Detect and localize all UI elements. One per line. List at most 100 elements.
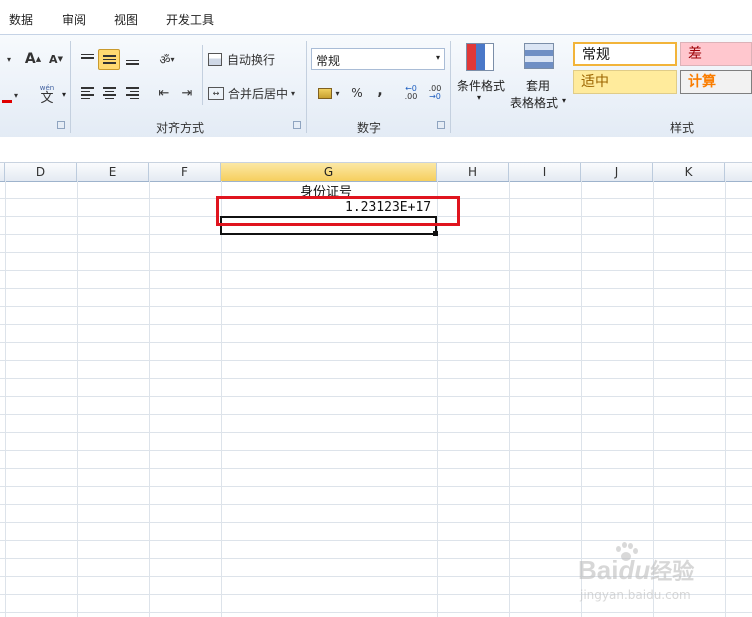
orientation-button[interactable]: ॐ ▾: [152, 49, 182, 69]
align-center-icon: [102, 87, 116, 99]
comma-style-button[interactable]: ,: [372, 81, 388, 101]
number-format-dropdown[interactable]: 常规 ▾: [311, 48, 445, 70]
formula-bar[interactable]: [0, 137, 752, 163]
row-gridline: [0, 504, 752, 505]
align-bottom-button[interactable]: [122, 49, 142, 69]
row-gridline: [0, 612, 752, 613]
menu-review[interactable]: 审阅: [62, 11, 86, 28]
column-header-d[interactable]: D: [5, 163, 77, 181]
highlight-box: [216, 196, 460, 226]
style-bad-cell[interactable]: 差: [680, 42, 752, 66]
chevron-down-icon: ▾: [62, 90, 67, 99]
comma-icon: ,: [377, 83, 383, 99]
column-header-g[interactable]: G: [221, 163, 437, 181]
watermark-url: jingyan.baidu.com: [580, 588, 691, 602]
wrap-text-button[interactable]: 自动换行: [208, 49, 298, 69]
chevron-down-icon: ▾: [291, 88, 296, 98]
baidu-watermark: Baidu经验 jingyan.baidu.com: [578, 540, 748, 612]
merge-center-button[interactable]: ↔ 合并后居中 ▾: [208, 83, 304, 103]
align-left-button[interactable]: [77, 83, 97, 103]
row-gridline: [0, 306, 752, 307]
accounting-format-button[interactable]: ▾: [313, 83, 345, 103]
merge-center-label: 合并后居中: [228, 86, 289, 101]
row-gridline: [0, 270, 752, 271]
arrow-right-icon: →0: [429, 92, 441, 101]
decrease-indent-button[interactable]: ⇤: [154, 83, 174, 103]
menu-developer[interactable]: 开发工具: [166, 11, 214, 28]
column-header-i[interactable]: I: [509, 163, 581, 181]
column-gridline: [221, 181, 222, 617]
phonetic-guide-button[interactable]: wén 文: [31, 83, 63, 107]
watermark-brand2: du: [618, 555, 651, 585]
decrease-indent-icon: ⇤: [158, 85, 170, 101]
percent-icon: %: [351, 86, 363, 100]
column-header-k[interactable]: K: [653, 163, 725, 181]
style-neutral-cell[interactable]: 适中: [573, 70, 677, 94]
column-header-h[interactable]: H: [437, 163, 509, 181]
increase-decimal-icon: .00: [404, 92, 418, 101]
font-dialog-launcher[interactable]: [57, 121, 65, 129]
align-right-button[interactable]: [122, 83, 142, 103]
chevron-down-icon: ▾: [6, 54, 11, 64]
percent-style-button[interactable]: %: [348, 83, 366, 103]
chevron-down-icon: ▾: [170, 54, 175, 64]
format-as-table-icon: [524, 43, 554, 69]
column-header-l[interactable]: [725, 163, 752, 181]
currency-icon: [318, 87, 333, 99]
grow-font-icon: A: [24, 51, 36, 67]
row-gridline: [0, 378, 752, 379]
column-gridline: [437, 181, 438, 617]
separator: [202, 45, 203, 105]
align-center-button[interactable]: [99, 83, 119, 103]
menu-view[interactable]: 视图: [114, 11, 138, 28]
column-gridline: [509, 181, 510, 617]
row-gridline: [0, 450, 752, 451]
row-gridline: [0, 360, 752, 361]
row-gridline: [0, 288, 752, 289]
number-group-label: 数字: [357, 121, 382, 135]
chevron-down-icon: ▾: [562, 96, 567, 105]
row-gridline: [0, 468, 752, 469]
shrink-font-icon: A: [49, 52, 58, 66]
column-header-f[interactable]: F: [149, 163, 221, 181]
menu-data[interactable]: 数据: [9, 11, 33, 28]
column-header-e[interactable]: E: [77, 163, 149, 181]
increase-decimal-button[interactable]: ←0 .00: [400, 83, 422, 103]
format-as-table-button[interactable]: 套用 表格格式 ▾: [510, 39, 570, 111]
align-right-icon: [125, 87, 139, 99]
separator: [306, 41, 307, 133]
conditional-format-button[interactable]: 条件格式 ▾: [455, 39, 509, 111]
phonetic-icon: 文: [40, 91, 54, 106]
grow-font-button[interactable]: A ▲: [22, 48, 44, 70]
conditional-format-icon: [466, 43, 494, 71]
style-normal-cell[interactable]: 常规: [573, 42, 677, 66]
column-gridline: [149, 181, 150, 617]
align-bottom-icon: [125, 59, 139, 65]
font-color-button[interactable]: ▾: [0, 85, 20, 105]
styles-group-label: 样式: [670, 121, 695, 135]
chevron-down-icon: ▾: [13, 90, 18, 100]
column-gridline: [77, 181, 78, 617]
format-as-table-line1: 套用: [526, 79, 551, 93]
align-left-icon: [80, 87, 94, 99]
style-calculation-cell[interactable]: 计算: [680, 70, 752, 94]
decrease-decimal-button[interactable]: .00 →0: [424, 83, 446, 103]
align-top-icon: [80, 53, 94, 59]
alignment-dialog-launcher[interactable]: [293, 121, 301, 129]
shrink-font-button[interactable]: A ▼: [46, 48, 66, 70]
row-gridline: [0, 396, 752, 397]
align-middle-button[interactable]: [98, 49, 120, 70]
row-gridline: [0, 342, 752, 343]
menu-bar: 数据 审阅 视图 开发工具: [0, 0, 752, 34]
number-dialog-launcher[interactable]: [437, 121, 445, 129]
increase-indent-button[interactable]: ⇥: [177, 83, 197, 103]
font-size-dropdown-arrow[interactable]: ▾: [0, 49, 18, 69]
row-gridline: [0, 324, 752, 325]
watermark-brand: Bai: [578, 555, 619, 585]
merge-center-icon: ↔: [208, 86, 224, 100]
watermark-suffix: 经验: [650, 559, 695, 584]
align-top-button[interactable]: [77, 49, 97, 69]
column-header-j[interactable]: J: [581, 163, 653, 181]
separator: [70, 41, 71, 133]
fill-handle[interactable]: [433, 231, 438, 236]
